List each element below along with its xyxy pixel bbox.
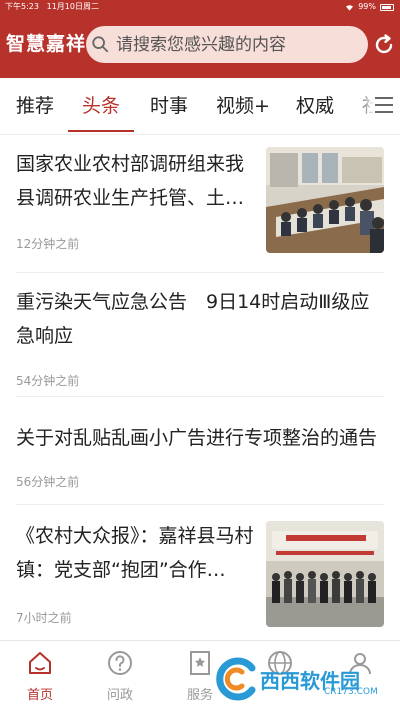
news-title: 《农村大众报》：嘉祥县马村镇：党支部“抱团”合作… (16, 525, 254, 581)
news-title: 关于对乱贴乱画小广告进行专项整治的通告 (16, 427, 378, 449)
news-time: 7小时之前 (16, 611, 72, 625)
news-item[interactable]: 《农村大众报》：嘉祥县马村镇：党支部“抱团”合作… 7小时之前 (0, 505, 400, 638)
status-time-date: 下午5:23 11月10日周二 (5, 0, 99, 14)
news-thumbnail (266, 147, 384, 253)
status-indicators: 99% (345, 0, 394, 14)
news-time: 12分钟之前 (16, 237, 80, 251)
news-title: 国家农业农村部调研组来我县调研农业生产托管、土… (16, 153, 245, 209)
news-thumbnail (266, 521, 384, 627)
menu-icon[interactable] (373, 95, 395, 115)
watermark-sub: CR173.COM (324, 687, 378, 697)
status-time: 下午5:23 (5, 2, 39, 11)
app-header: 下午5:23 11月10日周二 99% 智慧嘉祥 (0, 0, 400, 78)
search-bar[interactable] (86, 26, 368, 63)
nav-label: 问政 (106, 688, 133, 703)
category-tabs: 推荐 头条 时事 视频+ 权威 社 (0, 78, 400, 134)
battery-percent: 99% (358, 2, 376, 11)
wifi-icon (346, 4, 354, 11)
nav-inquiry[interactable]: 问政 (80, 641, 160, 710)
tab-video[interactable]: 视频+ (216, 78, 270, 134)
tab-authority[interactable]: 权威 (296, 78, 334, 134)
tab-recommend[interactable]: 推荐 (16, 78, 54, 134)
news-item[interactable]: 关于对乱贴乱画小广告进行专项整治的通告 56分钟之前 (0, 397, 400, 502)
watermark-logo-icon (216, 657, 256, 701)
active-tab-indicator (68, 130, 134, 132)
battery-icon (380, 3, 394, 11)
question-icon (108, 651, 132, 675)
news-time: 54分钟之前 (16, 374, 80, 388)
news-title: 重污染天气应急公告 9日14时启动Ⅲ级应急响应 (16, 291, 370, 347)
nav-label: 首页 (26, 688, 53, 703)
tab-current-affairs[interactable]: 时事 (150, 78, 188, 134)
search-input[interactable] (116, 26, 361, 63)
search-icon (92, 36, 109, 53)
news-item[interactable]: 重污染天气应急公告 9日14时启动Ⅲ级应急响应 54分钟之前 (0, 273, 400, 393)
news-item[interactable]: 国家农业农村部调研组来我县调研农业生产托管、土… 12分钟之前 (0, 135, 400, 272)
nav-home[interactable]: 首页 (0, 641, 80, 710)
refresh-icon[interactable] (372, 33, 396, 57)
tab-headlines[interactable]: 头条 (82, 78, 120, 134)
app-brand: 智慧嘉祥 (6, 33, 87, 55)
watermark: 西西软件园 CR173.COM (200, 652, 400, 704)
home-icon (29, 652, 51, 674)
news-time: 56分钟之前 (16, 475, 80, 489)
status-date: 11月10日周二 (46, 2, 99, 11)
status-bar: 下午5:23 11月10日周二 99% (0, 0, 400, 14)
